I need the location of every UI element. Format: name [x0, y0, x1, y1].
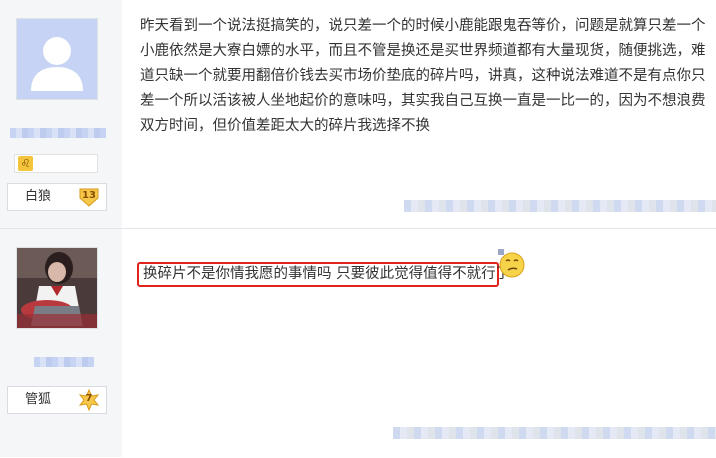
level-badge-icon: 13: [78, 186, 100, 208]
level-label: 白狼: [24, 189, 51, 204]
user-level: 管狐 7: [7, 386, 107, 414]
level-label: 管狐: [24, 392, 51, 407]
default-avatar-icon: [17, 19, 97, 99]
level-number: 7: [85, 393, 93, 404]
post-footer-blurred: [404, 200, 716, 212]
username-blurred[interactable]: [34, 357, 94, 367]
thinking-emoji-icon: [496, 249, 526, 279]
level-number: 13: [82, 190, 96, 201]
user-level: 白狼 13: [7, 183, 107, 211]
username-blurred[interactable]: [10, 128, 106, 138]
highlighted-reply: 换碎片不是你情我愿的事情吗 只要彼此觉得值得不就行了: [137, 262, 510, 287]
post-1: ♌ 白狼 13 昨天看到一个说法挺搞笑的，说只差一个的时候小鹿能跟鬼吞等价，问题…: [0, 0, 716, 229]
post-footer-blurred: [393, 427, 716, 439]
avatar[interactable]: [16, 18, 98, 100]
avatar[interactable]: [16, 247, 98, 329]
zodiac-badge: ♌: [14, 154, 98, 173]
post-content: 昨天看到一个说法挺搞笑的，说只差一个的时候小鹿能跟鬼吞等价，问题是就算只差一个小…: [140, 14, 706, 139]
post-text: 昨天看到一个说法挺搞笑的，说只差一个的时候小鹿能跟鬼吞等价，问题是就算只差一个小…: [140, 18, 706, 134]
post-author-sidebar: 管狐 7: [0, 229, 122, 457]
level-badge-icon: 7: [78, 389, 100, 411]
post-2: 管狐 7 换碎片不是你情我愿的事情吗 只要彼此觉得值得不就行了: [0, 229, 716, 457]
leo-icon: ♌: [18, 156, 33, 171]
post-text: 换碎片不是你情我愿的事情吗 只要彼此觉得值得不就行了: [143, 266, 511, 282]
user-photo-avatar: [17, 248, 97, 328]
post-author-sidebar: ♌ 白狼 13: [0, 0, 122, 228]
